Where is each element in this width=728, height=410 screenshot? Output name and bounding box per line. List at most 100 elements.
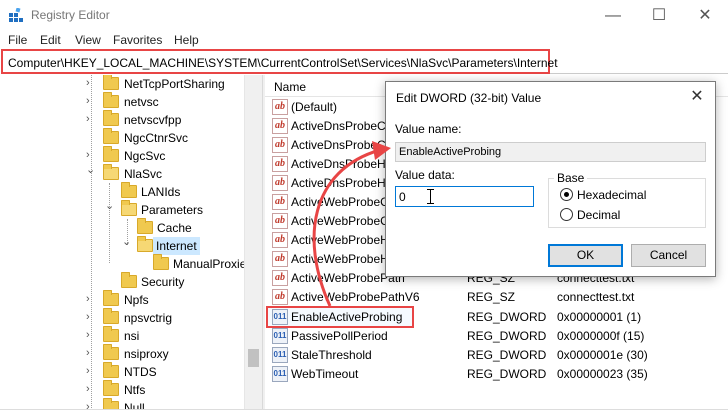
tree-item-selected[interactable]: ⌄ Internet bbox=[0, 235, 244, 255]
tree-scrollbar-thumb[interactable] bbox=[248, 349, 259, 367]
decimal-label[interactable]: Decimal bbox=[577, 208, 620, 222]
value-name: PassivePollPeriod bbox=[291, 329, 388, 343]
value-row[interactable]: 011 WebTimeout REG_DWORD 0x00000023 (35) bbox=[270, 365, 728, 383]
chevron-right-icon[interactable]: › bbox=[86, 113, 90, 125]
chevron-right-icon[interactable]: › bbox=[86, 347, 90, 359]
folder-icon bbox=[103, 110, 119, 126]
value-name: ActiveWebProbeC bbox=[291, 214, 389, 228]
value-name: ActiveWebProbePathV6 bbox=[291, 290, 420, 304]
value-name: ActiveWebProbeH bbox=[291, 252, 389, 266]
folder-icon bbox=[103, 344, 119, 360]
tree-item-label: nsi bbox=[124, 329, 140, 343]
chevron-right-icon[interactable]: › bbox=[86, 77, 90, 89]
base-label: Base bbox=[554, 171, 588, 185]
value-name: ActiveDnsProbeHo bbox=[291, 157, 393, 171]
ok-button[interactable]: OK bbox=[548, 244, 623, 267]
chevron-down-icon[interactable]: ⌄ bbox=[122, 235, 131, 248]
cancel-button[interactable]: Cancel bbox=[631, 244, 706, 267]
tree-item[interactable]: › NetTcpPortSharing bbox=[0, 75, 244, 93]
chevron-right-icon[interactable]: › bbox=[86, 365, 90, 377]
tree-item[interactable]: › Npfs bbox=[0, 290, 244, 309]
minimize-button[interactable]: — bbox=[590, 0, 636, 31]
value-name: ActiveDnsProbeCo bbox=[291, 138, 393, 152]
tree-item-label: netvsc bbox=[124, 95, 159, 109]
folder-icon bbox=[121, 182, 137, 198]
folder-open-icon bbox=[103, 164, 119, 180]
tree-item-label: ManualProxie bbox=[173, 257, 247, 271]
value-data-input[interactable]: 0 bbox=[395, 186, 534, 207]
menu-help[interactable]: Help bbox=[174, 33, 199, 47]
hexadecimal-radio[interactable] bbox=[560, 188, 573, 201]
value-data: 0x0000001e (30) bbox=[557, 348, 648, 362]
tree-item[interactable]: › netvsc bbox=[0, 92, 244, 111]
folder-icon bbox=[103, 75, 119, 90]
tree-scrollbar[interactable] bbox=[244, 75, 262, 410]
close-button[interactable]: ✕ bbox=[682, 0, 728, 31]
value-data-text: 0 bbox=[399, 190, 406, 204]
chevron-right-icon[interactable]: › bbox=[86, 149, 90, 161]
value-type: REG_DWORD bbox=[467, 367, 547, 381]
tree-item[interactable]: ⌄ Parameters bbox=[0, 199, 244, 219]
menu-favorites[interactable]: Favorites bbox=[113, 33, 162, 47]
edit-dword-dialog: Edit DWORD (32-bit) Value ✕ Value name: … bbox=[385, 81, 716, 277]
value-data-label: Value data: bbox=[395, 168, 455, 182]
chevron-down-icon[interactable]: ⌄ bbox=[86, 163, 95, 176]
chevron-right-icon[interactable]: › bbox=[86, 329, 90, 341]
tree-item[interactable]: ManualProxie bbox=[0, 254, 247, 273]
string-value-icon: ab bbox=[272, 289, 288, 305]
value-row[interactable]: ab ActiveWebProbePathV6 REG_SZ connectte… bbox=[270, 288, 728, 306]
chevron-right-icon[interactable]: › bbox=[86, 383, 90, 395]
tree-item[interactable]: › npsvctrig bbox=[0, 308, 244, 327]
folder-open-icon bbox=[137, 236, 153, 252]
tree-item[interactable]: ⌄ NlaSvc bbox=[0, 163, 244, 183]
registry-editor-icon bbox=[9, 8, 23, 22]
dialog-close-button[interactable]: ✕ bbox=[682, 85, 712, 109]
hexadecimal-label[interactable]: Hexadecimal bbox=[577, 188, 646, 202]
tree-item[interactable]: Security bbox=[0, 272, 244, 291]
value-row[interactable]: 011 StaleThreshold REG_DWORD 0x0000001e … bbox=[270, 346, 728, 364]
folder-icon bbox=[103, 308, 119, 324]
tree-item-label: NgcSvc bbox=[124, 149, 166, 163]
folder-icon bbox=[103, 380, 119, 396]
tree-item-label: Npfs bbox=[124, 293, 149, 307]
tree-item[interactable]: LANIds bbox=[0, 182, 244, 201]
maximize-button[interactable]: ☐ bbox=[636, 0, 682, 31]
dword-value-icon: 011 bbox=[272, 366, 288, 382]
menu-edit[interactable]: Edit bbox=[40, 33, 61, 47]
value-data: 0x0000000f (15) bbox=[557, 329, 645, 343]
title-bar: Registry Editor — ☐ ✕ bbox=[0, 0, 728, 31]
folder-icon bbox=[103, 128, 119, 144]
folder-icon bbox=[103, 92, 119, 108]
tree-item[interactable]: › nsiproxy bbox=[0, 344, 244, 363]
tree-item[interactable]: › Ntfs bbox=[0, 380, 244, 399]
tree-item-label: Parameters bbox=[141, 203, 204, 217]
value-data: 0x00000023 (35) bbox=[557, 367, 648, 381]
value-row-selected[interactable]: 011 EnableActiveProbing REG_DWORD 0x0000… bbox=[270, 308, 728, 326]
chevron-right-icon[interactable]: › bbox=[86, 311, 90, 323]
value-name: ActiveWebProbeC bbox=[291, 195, 389, 209]
chevron-down-icon[interactable]: ⌄ bbox=[105, 199, 114, 212]
value-name: WebTimeout bbox=[291, 367, 359, 381]
chevron-right-icon[interactable]: › bbox=[86, 95, 90, 107]
address-bar[interactable]: Computer\HKEY_LOCAL_MACHINE\SYSTEM\Curre… bbox=[1, 49, 558, 74]
string-value-icon: ab bbox=[272, 270, 288, 286]
value-name: ActiveWebProbeH bbox=[291, 233, 389, 247]
tree-item-label: Internet bbox=[153, 237, 200, 255]
menu-view[interactable]: View bbox=[75, 33, 101, 47]
string-value-icon: ab bbox=[272, 232, 288, 248]
value-type: REG_DWORD bbox=[467, 310, 547, 324]
tree-item[interactable]: › NgcSvc bbox=[0, 146, 244, 165]
tree-item[interactable]: › nsi bbox=[0, 326, 244, 345]
chevron-right-icon[interactable]: › bbox=[86, 293, 90, 305]
tree-item[interactable]: › NTDS bbox=[0, 362, 244, 381]
value-row[interactable]: 011 PassivePollPeriod REG_DWORD 0x000000… bbox=[270, 327, 728, 345]
tree-item[interactable]: › netvscvfpp bbox=[0, 110, 244, 129]
string-value-icon: ab bbox=[272, 99, 288, 115]
tree-item[interactable]: NgcCtnrSvc bbox=[0, 128, 244, 147]
menu-file[interactable]: File bbox=[8, 33, 27, 47]
column-header-name[interactable]: Name bbox=[274, 80, 306, 94]
decimal-radio[interactable] bbox=[560, 208, 573, 221]
address-path[interactable]: Computer\HKEY_LOCAL_MACHINE\SYSTEM\Curre… bbox=[8, 56, 558, 70]
value-type: REG_DWORD bbox=[467, 329, 547, 343]
string-value-icon: ab bbox=[272, 175, 288, 191]
